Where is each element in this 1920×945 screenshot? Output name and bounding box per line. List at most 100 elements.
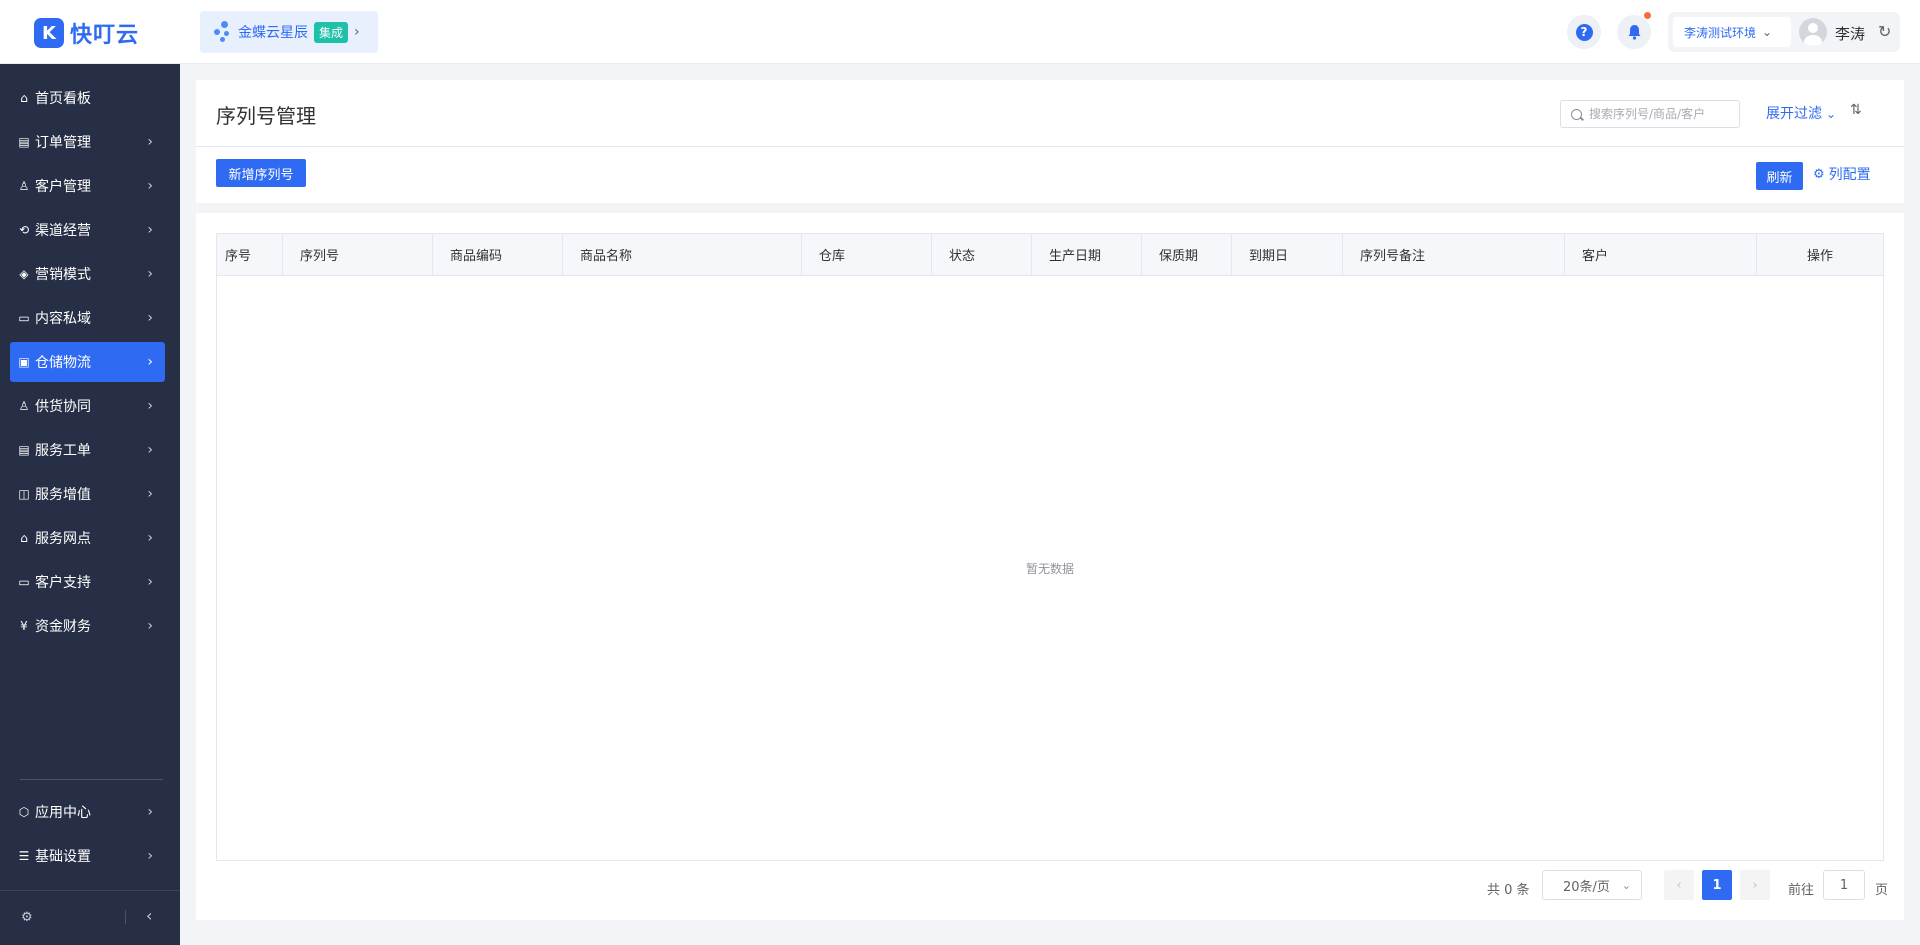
sidebar-item-label: 应用中心 [35,805,91,821]
sidebar-item-label: 首页看板 [35,91,91,107]
chevron-right-icon: › [147,134,153,150]
integration-label: 金蝶云星辰 [238,25,308,41]
sidebar-item-app-center[interactable]: ⬡ 应用中心 › [10,792,165,832]
store-icon: ⌂ [20,531,28,545]
logo-text: 快叮云 [70,23,140,48]
column-header[interactable]: 到期日 [1232,234,1343,275]
goto-label: 前往 [1788,883,1815,898]
chevron-right-icon: › [147,354,153,370]
toolbar-card: 序列号管理 展开过滤 ⌄ ⇅ 新增序列号 刷新 ⚙ 列配置 [196,80,1904,203]
column-header[interactable]: 状态 [932,234,1032,275]
page-unit-label: 页 [1875,883,1889,898]
sidebar-item-tickets[interactable]: ▤ 服务工单 › [10,430,165,470]
sidebar-item-finance[interactable]: ¥ 资金财务 › [10,606,165,646]
supply-icon: ♙ [18,399,30,413]
user-name[interactable]: 李涛 [1835,23,1865,44]
sidebar-item-value-added[interactable]: ◫ 服务增值 › [10,474,165,514]
sidebar-item-dashboard[interactable]: ⌂ 首页看板 [10,78,165,118]
column-header[interactable]: 商品编码 [433,234,563,275]
image-icon: ▭ [18,311,30,325]
user-icon: ♙ [18,179,30,193]
sidebar-item-support[interactable]: ▭ 客户支持 › [10,562,165,602]
column-header[interactable]: 保质期 [1142,234,1232,275]
column-header[interactable]: 序列号 [283,234,433,275]
sidebar-item-supply[interactable]: ♙ 供货协同 › [10,386,165,426]
ticket-icon: ▤ [18,443,30,457]
column-header[interactable]: 序列号备注 [1343,234,1565,275]
column-header[interactable]: 操作 [1757,234,1883,275]
empty-state-text: 暂无数据 [1025,561,1074,576]
sidebar-item-settings[interactable]: ☰ 基础设置 › [10,836,165,876]
collapse-sidebar-icon[interactable]: ‹ [146,906,152,925]
sidebar-item-label: 供货协同 [35,399,91,415]
sidebar-item-orders[interactable]: ▤ 订单管理 › [10,122,165,162]
toolbar-divider [196,146,1904,147]
column-header[interactable]: 客户 [1565,234,1757,275]
sidebar-footer-divider [0,890,180,891]
chevron-right-icon: › [147,486,153,502]
column-header[interactable]: 序号 [217,234,283,275]
add-serial-button[interactable]: 新增序列号 [216,159,306,187]
sort-icon[interactable]: ⇅ [1850,102,1862,118]
chevron-right-icon: › [147,574,153,590]
sidebar: ⌂ 首页看板 ▤ 订单管理 › ♙ 客户管理 › ⟲ 渠道经营 › ◈ 营销模式… [0,64,180,945]
column-config-button[interactable]: ⚙ 列配置 [1813,164,1871,184]
column-header[interactable]: 商品名称 [563,234,802,275]
cube-icon: ⬡ [18,805,30,819]
sidebar-item-customers[interactable]: ♙ 客户管理 › [10,166,165,206]
search-input[interactable] [1589,107,1729,121]
top-header: K 快叮云 金蝶云星辰 集成 › ? 李涛测试环境 ⌄ 李涛 ↻ [0,0,1920,64]
next-page-button[interactable]: › [1740,870,1770,900]
sidebar-item-label: 基础设置 [35,849,91,865]
sidebar-item-label: 营销模式 [35,267,91,283]
chevron-down-icon: ⌄ [1762,25,1773,39]
chevron-down-icon: ⌄ [1826,107,1837,121]
refresh-icon[interactable]: ↻ [1878,22,1891,41]
chevron-right-icon: › [147,618,153,634]
table-header: 序号 序列号 商品编码 商品名称 仓库 状态 生产日期 保质期 到期日 序列号备… [217,234,1883,276]
app-logo[interactable]: K 快叮云 [34,17,139,49]
notification-button[interactable] [1617,12,1651,49]
expand-filter-button[interactable]: 展开过滤 ⌄ [1766,103,1836,123]
search-icon [1571,108,1582,120]
avatar[interactable] [1799,18,1827,46]
sidebar-item-label: 服务增值 [35,487,91,503]
chevron-right-icon: › [147,848,153,864]
sidebar-item-channels[interactable]: ⟲ 渠道经营 › [10,210,165,250]
chevron-right-icon: › [147,530,153,546]
page-number-current[interactable]: 1 [1702,870,1732,900]
channel-icon: ⟲ [18,223,30,237]
sidebar-item-marketing[interactable]: ◈ 营销模式 › [10,254,165,294]
sidebar-item-label: 渠道经营 [35,223,91,239]
sidebar-item-outlets[interactable]: ⌂ 服务网点 › [10,518,165,558]
pagination-total: 共 0 条 [1487,883,1530,898]
notification-badge [1644,12,1651,19]
integration-link[interactable]: 金蝶云星辰 集成 › [200,11,378,53]
chevron-right-icon: › [147,222,153,238]
env-user-box: 李涛测试环境 ⌄ 李涛 ↻ [1668,12,1900,52]
sidebar-item-label: 服务工单 [35,443,91,459]
prev-page-button[interactable]: ‹ [1664,870,1694,900]
env-label: 李涛测试环境 [1684,25,1757,40]
integration-dots-icon [214,21,232,43]
chevron-right-icon: › [147,178,153,194]
expand-filter-label: 展开过滤 [1766,106,1822,122]
page-size-select[interactable]: 20条/页 ⌄ [1542,870,1642,900]
tag-icon: ◈ [19,267,29,281]
footer-separator [125,910,126,924]
chevron-right-icon: › [147,804,153,820]
gear-icon[interactable]: ⚙ [21,910,33,925]
support-icon: ▭ [18,575,30,589]
env-select[interactable]: 李涛测试环境 ⌄ [1673,17,1791,47]
refresh-button[interactable]: 刷新 [1756,162,1803,190]
help-button[interactable]: ? [1567,15,1601,49]
search-box[interactable] [1560,100,1740,128]
goto-page-input[interactable] [1823,870,1865,900]
chevron-right-icon: › [147,442,153,458]
sidebar-item-warehouse[interactable]: ▣ 仓储物流 › [10,342,165,382]
column-header[interactable]: 生产日期 [1032,234,1142,275]
sidebar-item-label: 服务网点 [35,531,91,547]
sidebar-item-content[interactable]: ▭ 内容私域 › [10,298,165,338]
column-header[interactable]: 仓库 [802,234,932,275]
bag-icon: ◫ [18,487,30,501]
